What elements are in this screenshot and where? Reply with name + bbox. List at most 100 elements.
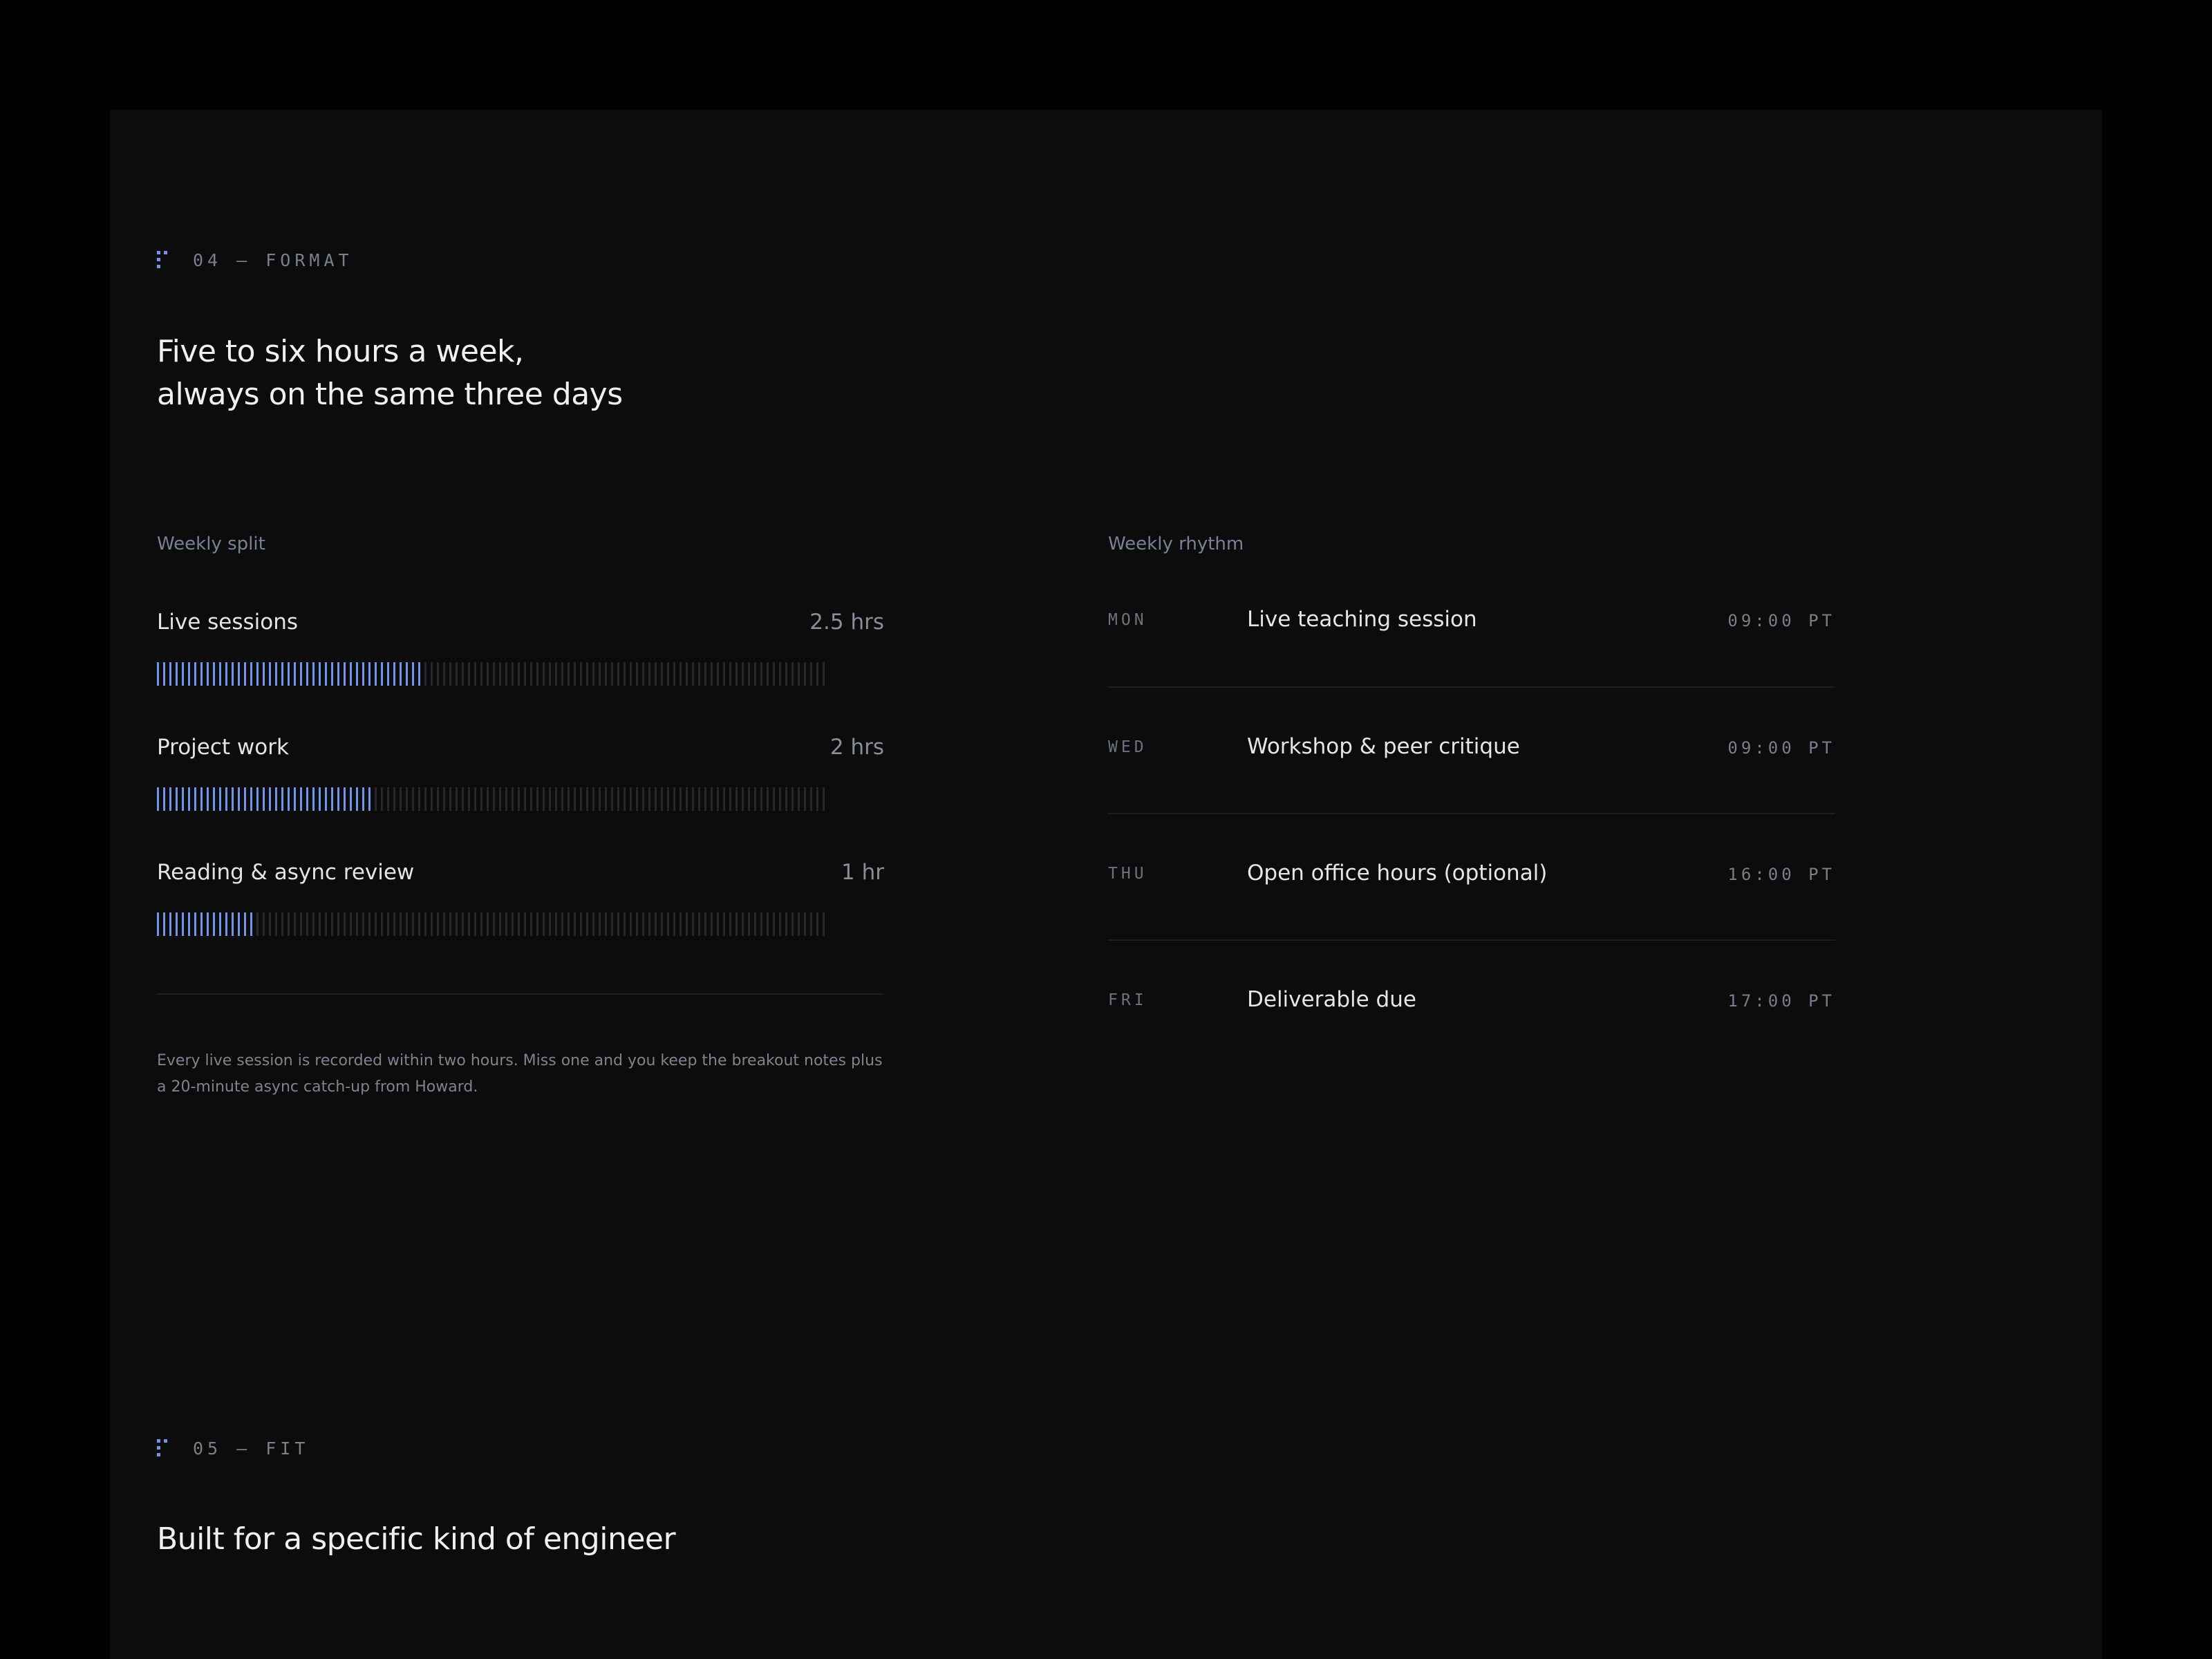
bar-tick-empty	[561, 662, 563, 686]
bar-tick-filled	[263, 787, 265, 811]
bar-tick-empty	[325, 912, 327, 936]
bar-tick-empty	[723, 787, 725, 811]
bar-tick-filled	[219, 662, 221, 686]
bar-tick-empty	[480, 662, 482, 686]
bar-tick-empty	[816, 912, 818, 936]
bar-tick-empty	[599, 662, 601, 686]
hours-bar	[157, 912, 825, 936]
bar-tick-empty	[580, 787, 582, 811]
bar-tick-empty	[468, 787, 470, 811]
bar-tick-empty	[698, 912, 700, 936]
bar-tick-empty	[549, 662, 551, 686]
bar-tick-filled	[157, 787, 159, 811]
bar-tick-empty	[493, 912, 495, 936]
bar-tick-filled	[368, 787, 371, 811]
bar-tick-empty	[350, 912, 352, 936]
bar-tick-empty	[661, 912, 663, 936]
bar-tick-empty	[648, 912, 650, 936]
bar-tick-empty	[312, 912, 315, 936]
split-item-label: Reading & async review	[157, 860, 415, 885]
bar-tick-filled	[207, 912, 209, 936]
bar-tick-empty	[785, 662, 787, 686]
bar-tick-empty	[767, 787, 769, 811]
bar-tick-empty	[692, 662, 694, 686]
bar-tick-empty	[630, 912, 632, 936]
bar-tick-empty	[810, 662, 812, 686]
bar-tick-empty	[468, 912, 470, 936]
bar-tick-empty	[586, 662, 588, 686]
bar-tick-empty	[711, 912, 713, 936]
bar-tick-empty	[381, 912, 383, 936]
bar-tick-empty	[698, 787, 700, 811]
bar-tick-empty	[748, 912, 750, 936]
bar-tick-filled	[213, 787, 215, 811]
bar-tick-filled	[300, 662, 302, 686]
bar-tick-filled	[163, 662, 165, 686]
bar-tick-empty	[499, 912, 501, 936]
bar-tick-empty	[679, 912, 682, 936]
bar-tick-empty	[630, 662, 632, 686]
bar-tick-empty	[393, 912, 395, 936]
bar-tick-filled	[176, 787, 178, 811]
bar-tick-empty	[586, 912, 588, 936]
bar-tick-filled	[350, 662, 352, 686]
bar-tick-empty	[449, 787, 451, 811]
bar-tick-empty	[524, 912, 526, 936]
bar-tick-empty	[375, 787, 377, 811]
bar-tick-filled	[269, 662, 271, 686]
bar-tick-empty	[704, 662, 706, 686]
schedule-row: WED Workshop & peer critique 09:00 PT	[1108, 730, 1835, 771]
bar-tick-empty	[642, 912, 644, 936]
bar-tick-empty	[337, 912, 339, 936]
bar-tick-empty	[624, 662, 626, 686]
bar-tick-filled	[393, 662, 395, 686]
bar-tick-empty	[424, 787, 427, 811]
bar-tick-empty	[449, 912, 451, 936]
bar-tick-empty	[512, 787, 514, 811]
bar-tick-empty	[418, 787, 420, 811]
bar-tick-empty	[256, 912, 259, 936]
bar-tick-empty	[729, 912, 731, 936]
bar-tick-empty	[456, 787, 458, 811]
bar-tick-empty	[375, 912, 377, 936]
bar-tick-empty	[624, 912, 626, 936]
bar-tick-empty	[505, 912, 507, 936]
bar-tick-empty	[568, 912, 570, 936]
bar-tick-empty	[456, 912, 458, 936]
bar-tick-empty	[823, 787, 825, 811]
bar-tick-empty	[642, 662, 644, 686]
bar-tick-empty	[748, 787, 750, 811]
bar-tick-empty	[605, 912, 607, 936]
bar-tick-empty	[487, 662, 489, 686]
bar-tick-empty	[580, 912, 582, 936]
bar-tick-empty	[785, 912, 787, 936]
bar-tick-filled	[157, 662, 159, 686]
bar-tick-empty	[462, 662, 464, 686]
bar-tick-empty	[468, 662, 470, 686]
section-eyebrow-format: 04 — FORMAT	[157, 248, 353, 272]
bar-tick-empty	[555, 787, 557, 811]
bar-tick-filled	[194, 662, 196, 686]
bar-tick-filled	[194, 787, 196, 811]
bar-tick-filled	[182, 787, 184, 811]
bar-tick-empty	[723, 912, 725, 936]
bar-tick-empty	[518, 787, 520, 811]
bar-tick-empty	[443, 787, 445, 811]
hours-bar	[157, 787, 825, 811]
bar-tick-filled	[188, 912, 190, 936]
bar-tick-filled	[337, 662, 339, 686]
bar-tick-empty	[493, 787, 495, 811]
recording-note: Every live session is recorded within tw…	[157, 1052, 883, 1096]
page-title: Five to six hours a week, always on the …	[157, 330, 623, 416]
bar-tick-empty	[418, 912, 420, 936]
bar-tick-empty	[816, 662, 818, 686]
bar-tick-filled	[176, 662, 178, 686]
bar-tick-empty	[487, 787, 489, 811]
bar-tick-empty	[748, 662, 750, 686]
bar-tick-filled	[362, 662, 364, 686]
bar-tick-empty	[431, 912, 433, 936]
bar-tick-empty	[499, 662, 501, 686]
bar-tick-empty	[387, 912, 389, 936]
bar-tick-filled	[163, 912, 165, 936]
bar-tick-filled	[244, 662, 246, 686]
